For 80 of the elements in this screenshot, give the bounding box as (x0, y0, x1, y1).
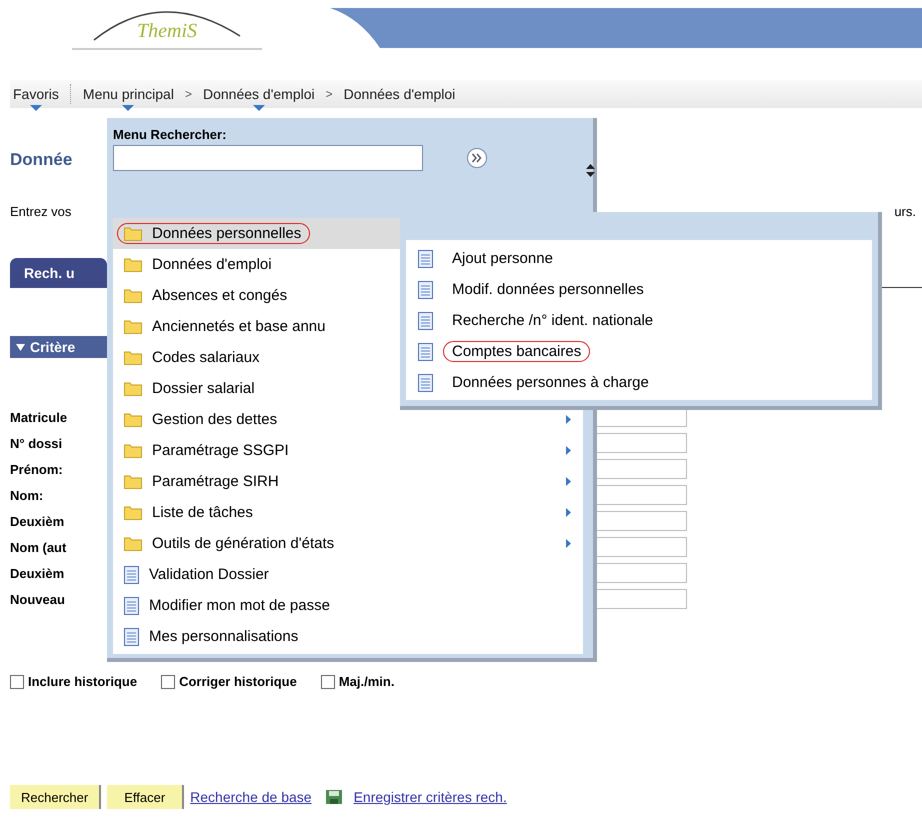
folder-icon (124, 319, 142, 334)
section-title: Critère (30, 339, 76, 355)
field-label: Prénom: (10, 462, 63, 476)
folder-icon (124, 381, 142, 396)
menu-item[interactable]: Outils de génération d'états (113, 528, 583, 559)
submenu-arrow-icon (566, 415, 571, 424)
menu-item[interactable]: Gestion des dettes (113, 404, 583, 435)
menu-item[interactable]: Mes personnalisations (113, 621, 400, 652)
breadcrumb-link[interactable]: Favoris (10, 86, 62, 102)
breadcrumb-separator: > (184, 87, 192, 101)
instructions-text: urs. (894, 204, 916, 221)
submenu-arrow-icon (566, 446, 571, 455)
menu-item[interactable]: Données d'emploi (113, 249, 400, 280)
menu-search-label: Menu Rechercher: (113, 127, 228, 142)
breadcrumb-link[interactable]: Menu principal (80, 86, 177, 102)
menu-item[interactable]: Paramétrage SIRH (113, 466, 583, 497)
go-icon[interactable] (466, 147, 488, 169)
checkbox-label: Maj./min. (338, 674, 394, 689)
menu-item[interactable]: Données personnelles (113, 218, 400, 249)
document-icon (418, 312, 433, 330)
document-icon (418, 374, 433, 392)
field-label: Deuxièm (10, 566, 64, 580)
folder-icon (124, 443, 142, 458)
document-icon (124, 566, 139, 584)
breadcrumb-link[interactable]: Données d'emploi (200, 86, 318, 102)
checkbox-label: Corriger historique (179, 674, 297, 689)
link[interactable]: Enregistrer critères rech. (354, 789, 507, 805)
field-label: Nouveau (10, 592, 65, 606)
menu-item[interactable]: Absences et congés (113, 280, 400, 311)
document-icon (124, 596, 139, 614)
folder-icon (124, 536, 142, 551)
dropdown-arrow-icon[interactable] (252, 105, 265, 111)
field-label: Deuxièm (10, 514, 64, 528)
menu-item[interactable]: Liste de tâches (113, 497, 583, 528)
submenu-arrow-icon (566, 539, 571, 548)
action-button[interactable]: Effacer (107, 785, 184, 809)
menu-item[interactable]: Validation Dossier (113, 559, 400, 590)
submenu-item[interactable]: Ajout personne (406, 243, 872, 274)
logo-text: ThemiS (137, 20, 197, 43)
menu-search-field[interactable] (113, 145, 423, 171)
folder-icon (124, 350, 142, 365)
search-tab[interactable]: Rech. u (10, 258, 107, 288)
sort-icon[interactable] (586, 164, 595, 177)
checkbox[interactable] (161, 674, 176, 688)
document-icon (418, 280, 433, 298)
checkbox[interactable] (320, 674, 335, 688)
folder-icon (124, 474, 142, 489)
folder-icon (124, 257, 142, 272)
submenu-arrow-icon (566, 477, 571, 486)
instructions-text: Entrez vos (10, 204, 72, 221)
document-icon (418, 250, 433, 268)
link[interactable]: Recherche de base (190, 789, 312, 805)
submenu-item[interactable]: Modif. données personnelles (406, 274, 872, 305)
breadcrumb-link[interactable]: Données d'emploi (340, 86, 458, 102)
folder-icon (124, 226, 142, 241)
menu-item[interactable]: Modifier mon mot de passe (113, 590, 400, 621)
menu-item[interactable]: Dossier salarial (113, 373, 400, 404)
field-label: Nom: (10, 488, 44, 502)
breadcrumb-separator: > (326, 87, 333, 101)
submenu-item[interactable]: Données personnes à charge (406, 367, 872, 398)
action-button[interactable]: Rechercher (10, 785, 102, 809)
checkbox-label: Inclure historique (28, 674, 138, 689)
folder-icon (124, 505, 142, 520)
folder-icon (124, 412, 142, 427)
submenu-arrow-icon (566, 508, 571, 517)
save-icon[interactable] (326, 790, 342, 804)
submenu-item[interactable]: Comptes bancaires (406, 336, 872, 367)
folder-icon (124, 288, 142, 303)
dropdown-arrow-icon[interactable] (30, 105, 42, 111)
page-title: Donnée (10, 150, 72, 171)
field-label: Matricule (10, 410, 68, 424)
submenu-item[interactable]: Recherche /n° ident. nationale (406, 305, 872, 336)
collapse-triangle-icon[interactable] (16, 344, 25, 350)
menu-item[interactable]: Paramétrage SSGPI (113, 435, 583, 466)
document-icon (418, 342, 433, 360)
dropdown-arrow-icon[interactable] (122, 105, 134, 111)
document-icon (124, 628, 139, 646)
field-label: Nom (aut (10, 540, 66, 554)
field-label: N° dossi (10, 436, 62, 450)
checkbox[interactable] (10, 674, 24, 688)
